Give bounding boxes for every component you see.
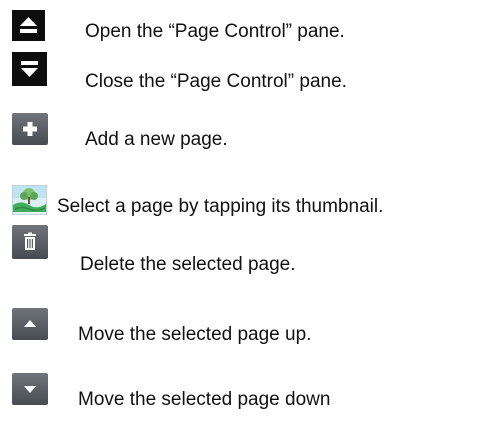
legend-row-down: Move the selected page down	[0, 350, 493, 421]
legend-row-delete: Delete the selected page.	[0, 225, 493, 285]
page-thumbnail-icon	[12, 185, 47, 215]
add-page-label: Add a new page.	[85, 129, 228, 150]
delete-page-label: Delete the selected page.	[80, 254, 296, 275]
legend-row-add: Add a new page.	[0, 100, 493, 155]
select-page-label: Select a page by tapping its thumbnail.	[57, 196, 384, 217]
close-pane-label: Close the “Page Control” pane.	[85, 71, 347, 92]
triangle-up-icon	[12, 308, 48, 340]
trash-icon	[12, 225, 48, 259]
move-down-label: Move the selected page down	[78, 389, 331, 410]
eject-down-icon	[12, 52, 47, 86]
triangle-down-icon	[12, 373, 48, 405]
open-pane-label: Open the “Page Control” pane.	[85, 21, 345, 42]
legend-row-close: Close the “Page Control” pane.	[0, 50, 493, 100]
eject-up-icon	[12, 10, 45, 41]
legend-row-select: Select a page by tapping its thumbnail.	[0, 155, 493, 217]
move-up-label: Move the selected page up.	[78, 324, 312, 345]
legend-row-up: Move the selected page up.	[0, 285, 493, 350]
plus-icon	[12, 113, 48, 145]
legend-row-open: Open the “Page Control” pane.	[0, 0, 493, 50]
